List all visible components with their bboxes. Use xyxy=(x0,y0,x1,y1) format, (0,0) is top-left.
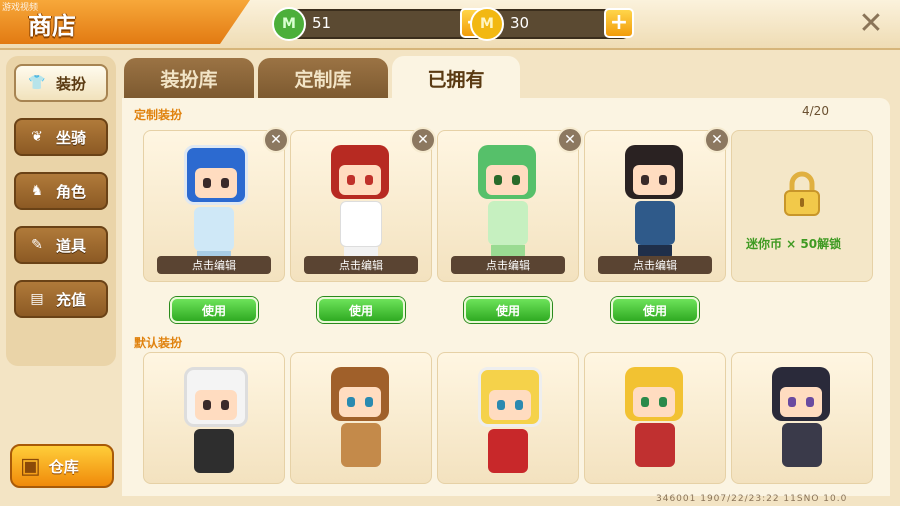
character-avatar xyxy=(625,367,685,467)
coin-stack-icon: ▤ xyxy=(30,291,44,307)
use-button[interactable]: 使用 xyxy=(611,297,699,323)
gem-count: 51 xyxy=(312,14,332,32)
default-outfit-card[interactable] xyxy=(584,352,726,484)
lock-icon xyxy=(784,171,820,216)
green-gem-icon: M xyxy=(272,7,306,41)
cat-head-icon: ♞ xyxy=(30,183,44,199)
use-button[interactable]: 使用 xyxy=(464,297,552,323)
sidebar-item-recharge[interactable]: ▤ 充值 xyxy=(14,280,108,318)
delete-icon[interactable]: ✕ xyxy=(410,127,436,153)
edit-button[interactable]: 点击编辑 xyxy=(157,256,271,274)
coin-count: 30 xyxy=(510,14,530,32)
character-avatar xyxy=(331,367,391,467)
add-coin-button[interactable]: + xyxy=(604,8,634,38)
sidebar-item-label: 道具 xyxy=(56,236,87,255)
warehouse-label: 仓库 xyxy=(48,457,79,476)
use-button[interactable]: 使用 xyxy=(317,297,405,323)
locked-slot-card[interactable]: 迷你币 × 50解锁 xyxy=(731,130,873,282)
default-outfit-card[interactable] xyxy=(290,352,432,484)
shirt-icon: 👕 xyxy=(28,75,46,91)
sidebar-item-label: 坐骑 xyxy=(56,128,87,147)
edit-button[interactable]: 点击编辑 xyxy=(598,256,712,274)
sidebar-item-label: 角色 xyxy=(56,182,87,201)
watermark: 游戏视频 xyxy=(2,3,39,13)
custom-outfit-card[interactable]: 点击编辑 xyxy=(437,130,579,282)
sidebar: 👕 装扮 ❦ 坐骑 ♞ 角色 ✎ 道具 ▤ 充值 xyxy=(6,56,116,366)
custom-outfit-card[interactable]: 点击编辑 xyxy=(143,130,285,282)
custom-count: 4/20 xyxy=(802,104,829,118)
section-title-default: 默认装扮 xyxy=(134,336,183,350)
sidebar-item-label: 装扮 xyxy=(56,74,87,93)
delete-icon[interactable]: ✕ xyxy=(704,127,730,153)
edit-button[interactable]: 点击编辑 xyxy=(304,256,418,274)
character-avatar xyxy=(478,145,538,259)
edit-button[interactable]: 点击编辑 xyxy=(451,256,565,274)
unlock-price: 迷你币 × 50解锁 xyxy=(746,237,842,251)
tab-owned[interactable]: 已拥有 xyxy=(392,56,520,100)
delete-icon[interactable]: ✕ xyxy=(557,127,583,153)
tab-custom-library[interactable]: 定制库 xyxy=(258,58,388,98)
default-outfit-card[interactable] xyxy=(143,352,285,484)
character-avatar xyxy=(625,145,685,259)
treasure-chest-icon: ▣ xyxy=(20,453,41,479)
character-avatar xyxy=(772,367,832,467)
default-outfit-card[interactable] xyxy=(437,352,579,484)
warehouse-button[interactable]: ▣ 仓库 xyxy=(10,444,114,488)
tab-outfit-library[interactable]: 装扮库 xyxy=(124,58,254,98)
sidebar-item-outfit[interactable]: 👕 装扮 xyxy=(14,64,108,102)
custom-outfit-card[interactable]: 点击编辑 xyxy=(584,130,726,282)
character-avatar xyxy=(331,145,391,261)
section-title-custom: 定制装扮 xyxy=(134,108,183,122)
character-avatar xyxy=(184,145,248,265)
close-icon[interactable]: ✕ xyxy=(856,9,886,39)
custom-outfit-card[interactable]: 点击编辑 xyxy=(290,130,432,282)
character-avatar xyxy=(478,367,542,473)
default-outfit-card[interactable] xyxy=(731,352,873,484)
gold-coin-icon: M xyxy=(470,7,504,41)
sidebar-item-label: 充值 xyxy=(56,290,87,309)
sidebar-item-mount[interactable]: ❦ 坐骑 xyxy=(14,118,108,156)
sidebar-item-props[interactable]: ✎ 道具 xyxy=(14,226,108,264)
tool-icon: ✎ xyxy=(31,237,43,253)
wings-icon: ❦ xyxy=(31,129,43,145)
character-avatar xyxy=(184,367,248,473)
sidebar-item-character[interactable]: ♞ 角色 xyxy=(14,172,108,210)
coin-currency: M 30 + xyxy=(470,7,634,41)
delete-icon[interactable]: ✕ xyxy=(263,127,289,153)
footer-info: 346001 1907/22/23:22 11SNO 10.0 xyxy=(656,494,848,504)
use-button[interactable]: 使用 xyxy=(170,297,258,323)
gem-currency: M 51 + xyxy=(272,7,490,41)
